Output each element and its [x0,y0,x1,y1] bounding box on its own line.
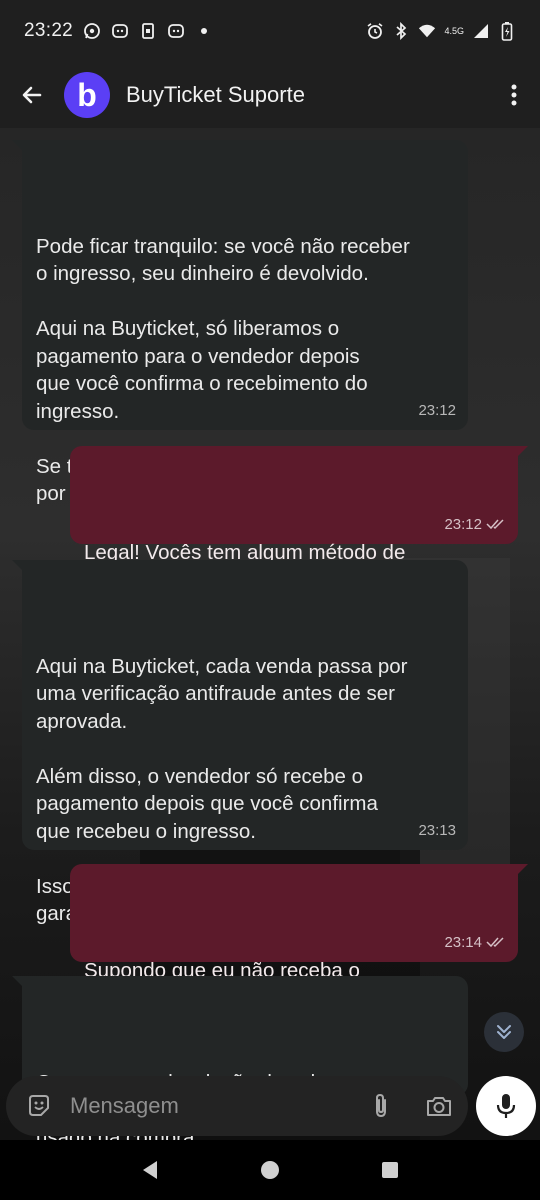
triangle-back-icon [143,1161,157,1179]
message-icon [111,22,129,40]
chat-title[interactable]: BuyTicket Suporte [126,82,305,108]
status-time: 23:22 [24,20,74,41]
battery-icon [498,22,516,41]
message-time: 23:14 [444,933,482,951]
dot-icon [195,22,213,40]
bubble-tail [12,560,24,572]
network-label: 4.5G [444,26,464,36]
voice-record-button[interactable] [476,1076,536,1136]
circle-home-icon [261,1161,279,1179]
message-meta: 23:12 [418,397,456,425]
bubble-tail [516,446,528,458]
attach-button[interactable] [366,1091,396,1121]
message-bubble-outgoing[interactable]: Legal! Vocês tem algum método de monitor… [70,446,528,619]
nav-recents-button[interactable] [370,1150,410,1190]
message-meta: 23:14 [444,929,506,957]
nav-home-button[interactable] [250,1150,290,1190]
bubble-tail [12,140,24,152]
bluetooth-icon [392,22,410,40]
message-bubble-outgoing[interactable]: Supondo que eu não receba o ingresso, qu… [70,864,528,1037]
back-button[interactable] [16,79,48,111]
system-nav-bar [0,1140,540,1200]
double-check-icon [486,519,504,530]
square-recents-icon [382,1162,398,1178]
emoji-button[interactable] [24,1091,54,1121]
sim-toolkit-icon [139,22,157,40]
whatsapp-icon [83,22,101,40]
microphone-icon [496,1094,516,1118]
nav-back-button[interactable] [130,1150,170,1190]
emoji-icon [29,1095,49,1116]
status-left: 23:22 [24,20,213,42]
more-vertical-icon [511,84,517,106]
paperclip-icon [376,1093,386,1118]
status-right: 4.5G [366,22,516,41]
wifi-icon [418,22,436,40]
chat-area[interactable]: Pode ficar tranquilo: se você não recebe… [0,128,540,1140]
message-time: 23:12 [444,515,482,533]
message-time: 23:12 [418,401,456,419]
message-icon [167,22,185,40]
message-composer [6,1076,468,1136]
status-bar: 23:22 4.5G [0,0,540,62]
chevron-double-down-icon [497,1025,511,1039]
message-bubble-incoming[interactable]: Aqui na Buyticket, cada venda passa por … [12,560,468,925]
chat-header: b BuyTicket Suporte [0,62,540,128]
signal-icon [472,22,490,40]
message-bubble-incoming[interactable]: Pode ficar tranquilo: se você não recebe… [12,140,468,505]
bubble-tail [516,864,528,876]
bubble-tail [12,976,24,988]
more-options-button[interactable] [502,79,526,111]
message-time: 23:13 [418,821,456,839]
scroll-to-bottom-button[interactable] [484,1012,524,1052]
camera-icon [427,1097,451,1116]
double-check-icon [486,937,504,948]
message-meta: 23:12 [444,511,506,539]
message-input[interactable] [70,1093,366,1119]
avatar[interactable]: b [64,72,110,118]
message-meta: 23:13 [418,817,456,845]
arrow-left-icon [22,86,42,104]
camera-button[interactable] [424,1091,454,1121]
alarm-icon [366,22,384,40]
